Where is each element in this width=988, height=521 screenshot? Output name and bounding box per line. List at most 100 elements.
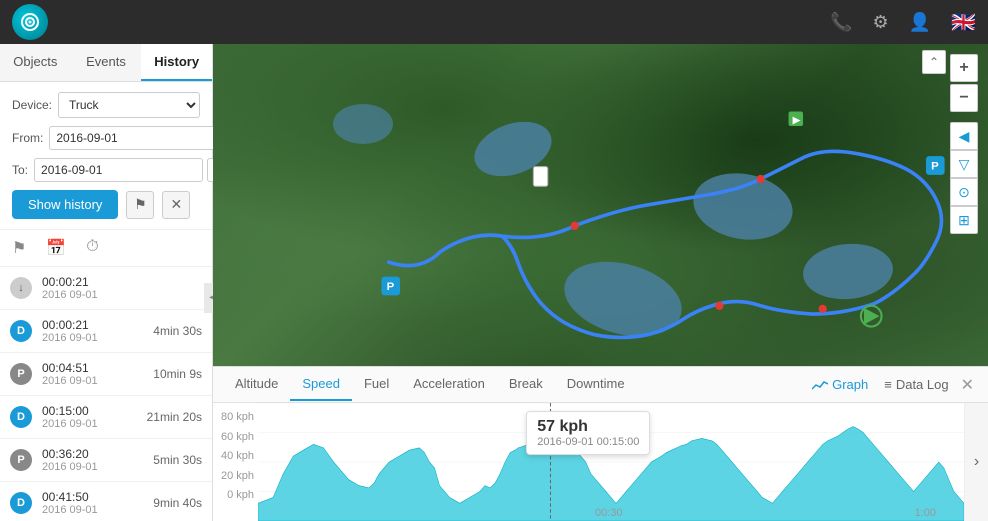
trip-time: 00:41:50 <box>42 490 143 504</box>
trip-date: 2016 09-01 <box>42 418 137 430</box>
y-label-80: 80 kph <box>217 411 254 423</box>
graph-label: Graph <box>832 377 868 392</box>
trip-badge-d: D <box>10 492 32 514</box>
from-date-input[interactable] <box>49 126 218 150</box>
close-button[interactable]: ✕ <box>162 191 190 219</box>
tab-history[interactable]: History <box>141 44 212 81</box>
trip-date: 2016 09-01 <box>42 289 192 301</box>
device-label: Device: <box>12 98 52 112</box>
chart-tab-altitude[interactable]: Altitude <box>223 368 290 401</box>
navigate-button-1[interactable]: ◀ <box>950 122 978 150</box>
trip-time: 00:15:00 <box>42 404 137 418</box>
list-item[interactable]: P 00:04:51 2016 09-01 10min 9s <box>0 353 212 396</box>
map-controls: + − ◀ ▽ ⊙ ⊞ <box>950 54 978 234</box>
trip-info: 00:41:50 2016 09-01 <box>42 490 143 516</box>
trip-info: 00:15:00 2016 09-01 <box>42 404 137 430</box>
svg-text:P: P <box>931 161 939 173</box>
phone-icon[interactable]: 📞 <box>830 12 852 33</box>
from-row: From: <box>12 126 200 150</box>
trip-info: 00:04:51 2016 09-01 <box>42 361 143 387</box>
trip-badge-down: ↓ <box>10 277 32 299</box>
to-row: To: <box>12 158 200 182</box>
trip-badge-d: D <box>10 320 32 342</box>
flag-button[interactable]: ⚑ <box>126 191 154 219</box>
main-layout: Objects Events History Device: Truck Fro… <box>0 44 988 521</box>
trip-time: 00:00:21 <box>42 275 192 289</box>
filter-icons-row: ⚑ 📅 ⏱ <box>0 230 212 267</box>
trip-date: 2016 09-01 <box>42 375 143 387</box>
map-route: ▶ P P <box>213 44 988 366</box>
trip-time: 00:36:20 <box>42 447 143 461</box>
trip-date: 2016 09-01 <box>42 332 143 344</box>
trip-duration: 4min 30s <box>153 324 202 338</box>
form-action-row: Show history ⚑ ✕ <box>12 190 200 219</box>
device-select[interactable]: Truck <box>58 92 200 118</box>
map-expand-button[interactable]: ⌃ <box>922 50 946 74</box>
graph-view-button[interactable]: Graph <box>804 377 876 392</box>
trip-info: 00:00:21 2016 09-01 <box>42 275 192 301</box>
chart-tab-fuel[interactable]: Fuel <box>352 368 401 401</box>
chart-y-axis: 80 kph 60 kph 40 kph 20 kph 0 kph <box>213 403 258 521</box>
chart-tab-acceleration[interactable]: Acceleration <box>401 368 497 401</box>
tab-objects[interactable]: Objects <box>0 44 71 81</box>
chart-close-button[interactable]: ✕ <box>957 375 978 395</box>
gear-icon[interactable]: ⚙ <box>873 12 889 33</box>
trip-time: 00:04:51 <box>42 361 143 375</box>
device-row: Device: Truck <box>12 92 200 118</box>
data-log-label: Data Log <box>896 377 949 392</box>
y-label-20: 20 kph <box>217 470 254 482</box>
list-item[interactable]: D 00:15:00 2016 09-01 21min 20s <box>0 396 212 439</box>
list-item[interactable]: P 00:36:20 2016 09-01 5min 30s <box>0 439 212 482</box>
list-item[interactable]: ↓ 00:00:21 2016 09-01 <box>0 267 212 310</box>
chart-tab-downtime[interactable]: Downtime <box>555 368 637 401</box>
y-label-0: 0 kph <box>217 489 254 501</box>
graph-icon <box>812 379 828 391</box>
chart-x-axis: 00:30 1:00 <box>303 505 936 521</box>
trip-date: 2016 09-01 <box>42 461 143 473</box>
chart-panel: Altitude Speed Fuel Acceleration Break D… <box>213 366 988 521</box>
x-label-0030: 00:30 <box>595 507 623 519</box>
clock-filter-icon[interactable]: ⏱ <box>86 238 98 258</box>
calendar-filter-icon[interactable]: 📅 <box>46 238 66 258</box>
list-item[interactable]: D 00:00:21 2016 09-01 4min 30s <box>0 310 212 353</box>
location-button[interactable]: ⊙ <box>950 178 978 206</box>
trip-duration: 5min 30s <box>153 453 202 467</box>
trip-duration: 21min 20s <box>147 410 202 424</box>
topbar-icons: 📞 ⚙ 👤 🇬🇧 <box>830 10 976 35</box>
trip-badge-d: D <box>10 406 32 428</box>
flag-gb-icon[interactable]: 🇬🇧 <box>951 10 976 35</box>
trip-duration: 9min 40s <box>153 496 202 510</box>
speed-chart-svg <box>258 403 964 521</box>
zoom-out-button[interactable]: − <box>950 84 978 112</box>
layers-button[interactable]: ⊞ <box>950 206 978 234</box>
list-item[interactable]: D 00:41:50 2016 09-01 9min 40s <box>0 482 212 521</box>
sidebar: Objects Events History Device: Truck Fro… <box>0 44 213 521</box>
user-icon[interactable]: 👤 <box>909 12 931 33</box>
map-background: ▶ P P ⌃ + − <box>213 44 988 366</box>
chart-scroll-right-button[interactable]: › <box>964 403 988 521</box>
chart-tabs: Altitude Speed Fuel Acceleration Break D… <box>213 367 988 403</box>
from-label: From: <box>12 131 43 145</box>
show-history-button[interactable]: Show history <box>12 190 118 219</box>
chart-tab-break[interactable]: Break <box>497 368 555 401</box>
form-area: Device: Truck From: To: Sh <box>0 82 212 230</box>
chart-area[interactable]: 57 kph 2016-09-01 00:15:00 00:30 1:00 <box>258 403 964 521</box>
data-log-button[interactable]: ≡ Data Log <box>876 377 956 392</box>
svg-text:▶: ▶ <box>792 115 801 125</box>
navigate-button-2[interactable]: ▽ <box>950 150 978 178</box>
flag-filter-icon[interactable]: ⚑ <box>12 238 26 258</box>
tab-events[interactable]: Events <box>71 44 142 81</box>
topbar: 📞 ⚙ 👤 🇬🇧 <box>0 0 988 44</box>
trip-time: 00:00:21 <box>42 318 143 332</box>
chart-tab-speed[interactable]: Speed <box>290 368 352 401</box>
trip-badge-p: P <box>10 449 32 471</box>
tab-bar: Objects Events History <box>0 44 212 82</box>
map-container[interactable]: ▶ P P ⌃ + − <box>213 44 988 366</box>
nav-controls: ◀ ▽ ⊙ ⊞ <box>950 122 978 234</box>
x-label-100: 1:00 <box>915 507 936 519</box>
chart-body: 80 kph 60 kph 40 kph 20 kph 0 kph <box>213 403 988 521</box>
to-date-input[interactable] <box>34 158 203 182</box>
y-label-40: 40 kph <box>217 450 254 462</box>
zoom-in-button[interactable]: + <box>950 54 978 82</box>
map-area: ▶ P P ⌃ + − <box>213 44 988 521</box>
